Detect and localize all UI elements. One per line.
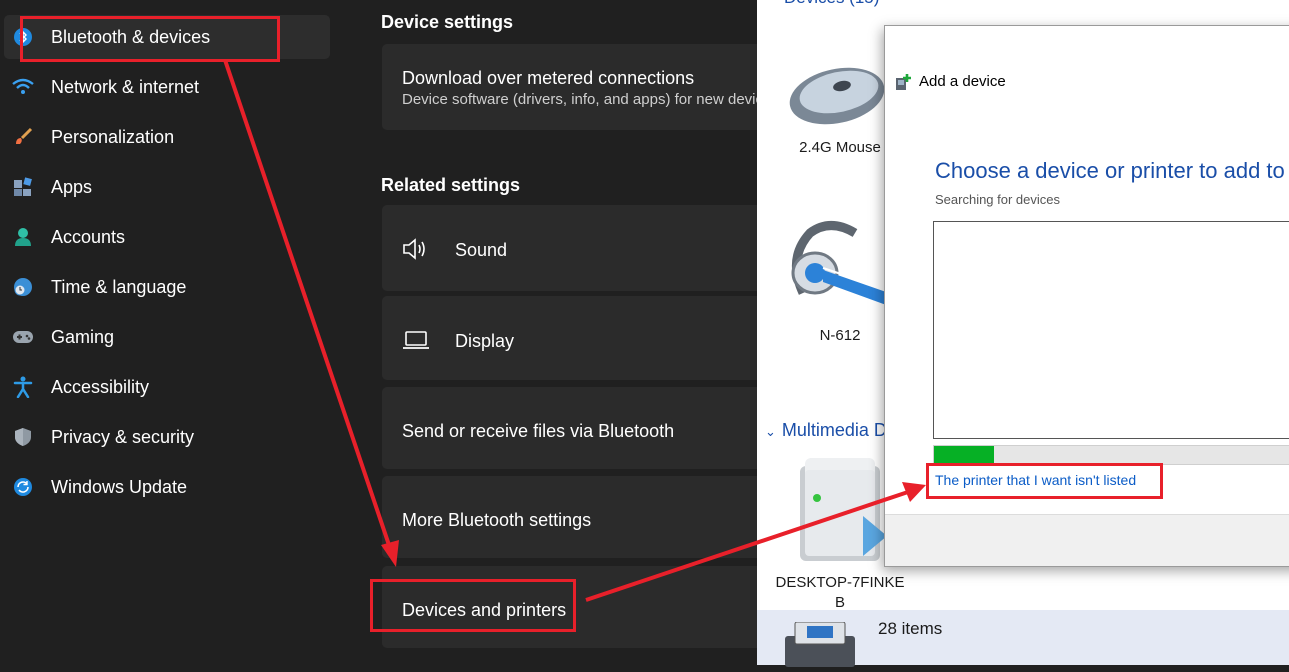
arrow-to-devices-printers xyxy=(223,59,399,567)
annotation-arrows xyxy=(223,59,926,602)
arrow-to-printer-link xyxy=(585,482,926,602)
